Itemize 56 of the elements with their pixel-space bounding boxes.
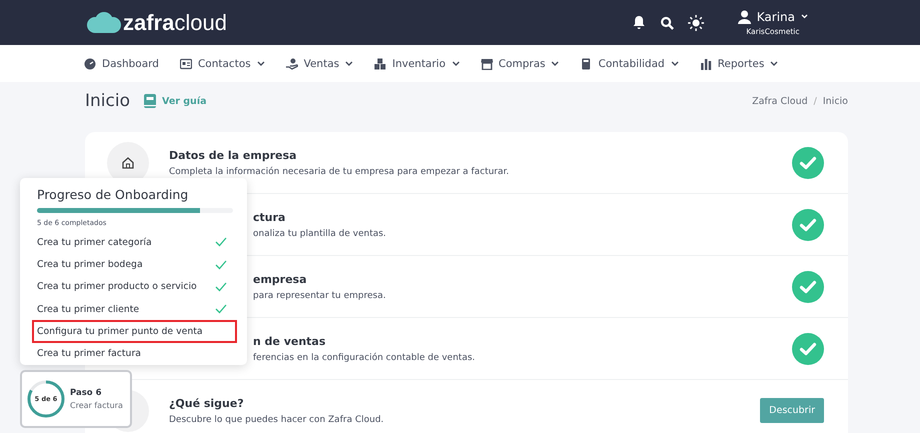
progress-ring xyxy=(26,379,66,419)
checklist-item[interactable]: Crea tu primer factura xyxy=(32,342,237,366)
boxes-icon xyxy=(374,58,386,70)
checklist-item[interactable]: Crea tu primer bodega xyxy=(32,253,237,276)
nav-item[interactable]: Contactos xyxy=(180,58,265,70)
hand-coin-icon xyxy=(286,58,298,70)
bell-icon[interactable] xyxy=(632,15,646,30)
page-title: Inicio xyxy=(85,91,130,111)
checklist-item[interactable]: Crea tu primer cliente xyxy=(32,298,237,320)
step-description: ferencias en la configuración contable de ventas. xyxy=(253,352,476,362)
sun-icon[interactable] xyxy=(688,14,704,30)
step-title: n de ventas xyxy=(253,334,327,348)
breadcrumb-separator: / xyxy=(814,96,817,106)
step-title: empresa xyxy=(253,272,308,286)
breadcrumb-item: Inicio xyxy=(822,96,848,106)
check-icon xyxy=(215,260,227,270)
step-title: ctura xyxy=(253,210,286,224)
step-description: Descubre lo que puedes hacer con Zafra Cloud. xyxy=(169,414,385,424)
nav-item[interactable]: Reportes xyxy=(700,58,778,70)
nav-item[interactable]: Ventas xyxy=(286,58,354,70)
user-name[interactable]: Karina xyxy=(756,10,795,24)
check-circle-icon xyxy=(792,332,824,364)
cloud-logo-icon xyxy=(85,12,121,34)
logo-text: zafracloud xyxy=(123,10,227,36)
search-icon[interactable] xyxy=(660,16,674,30)
nav-item[interactable]: Compras xyxy=(480,58,560,70)
nav-item[interactable]: Inventario xyxy=(374,58,460,70)
checklist-item[interactable]: Crea tu primer producto o servicio xyxy=(32,276,237,298)
home-icon xyxy=(122,156,134,168)
nav-item[interactable]: Contabilidad xyxy=(580,58,679,70)
dashboard-icon xyxy=(84,58,96,70)
book-icon xyxy=(144,94,156,108)
panel-title: Progreso de Onboarding xyxy=(37,187,190,202)
checklist-item[interactable]: Crea tu primer categoría xyxy=(32,231,237,254)
check-circle-icon xyxy=(792,146,824,178)
user-icon[interactable] xyxy=(738,10,751,24)
store-icon xyxy=(480,58,493,70)
step-description: Completa la información necesaria de tu empresa para empezar a facturar. xyxy=(169,166,510,176)
check-icon xyxy=(215,237,227,248)
nav-item[interactable]: Dashboard xyxy=(84,58,159,70)
check-icon xyxy=(215,282,227,292)
id-card-icon xyxy=(180,58,192,70)
step-subtitle: Crear factura xyxy=(70,401,123,410)
step-label: Paso 6 xyxy=(70,388,103,398)
step-title: Datos de la empresa xyxy=(169,148,298,162)
step-description: onaliza tu plantilla de ventas. xyxy=(253,228,388,238)
chevron-icon[interactable] xyxy=(801,14,808,19)
check-circle-icon xyxy=(792,270,824,302)
step-title: ¿Qué sigue? xyxy=(169,396,245,410)
check-icon xyxy=(215,304,227,314)
step-description: para representar tu empresa. xyxy=(253,290,387,300)
calculator-icon xyxy=(580,58,592,70)
checklist-item[interactable]: Configura tu primer punto de venta xyxy=(32,320,237,343)
check-circle-icon xyxy=(792,208,824,240)
breadcrumb-item[interactable]: Zafra Cloud xyxy=(752,96,808,106)
bar-chart-icon xyxy=(700,58,712,70)
